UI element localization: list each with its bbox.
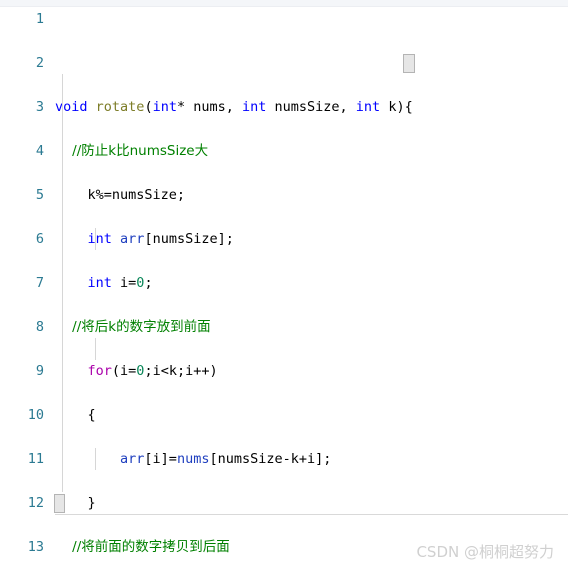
code-token: //防止k比numsSize大 [55,143,209,159]
code-token: (i= [111,363,137,379]
line-number: 9 [35,363,44,379]
line-number: 2 [35,55,44,71]
code-token: nums [176,451,210,467]
line-number: 5 [35,187,44,203]
code-token: int [87,275,112,291]
code-line[interactable]: 9 for(i=0;i<k;i++) [0,360,568,382]
code-token: i= [111,275,137,291]
code-token: numsSize, [266,99,356,115]
code-line[interactable]: 12 } [0,492,568,514]
code-line-text: for(i=0;i<k;i++) [55,360,218,382]
code-token: rotate [95,99,145,115]
code-editor-screenshot: 1 2 3 void rotate(int* nums, int numsSize, … [0,0,568,574]
line-number: 13 [27,539,44,555]
code-token: int [355,99,381,115]
csdn-watermark: CSDN @桐桐超努力 [416,543,554,561]
code-line-text: void rotate(int* nums, int numsSize, int… [55,96,413,118]
code-line[interactable]: 11 arr[i]=nums[numsSize-k+i]; [0,448,568,470]
code-line[interactable]: 3 void rotate(int* nums, int numsSize, in… [0,96,568,118]
code-line[interactable]: 7 int i=0; [0,272,568,294]
code-token: ;i<k;i++) [144,363,218,379]
line-number: 10 [27,407,44,423]
indent-guide [94,228,96,250]
code-area-bottom-rule [55,514,568,515]
line-number: 11 [27,451,44,467]
code-line-text: //将前面的数字拷贝到后面 [55,536,230,558]
line-number: 8 [35,319,44,335]
code-token: [numsSize]; [144,231,234,247]
code-token: int [152,99,177,115]
code-line-text: arr[i]=nums[numsSize-k+i]; [55,448,331,470]
code-line-text: //防止k比numsSize大 [55,140,208,162]
code-token: //将前面的数字拷贝到后面 [55,539,230,555]
line-number: 4 [35,143,44,159]
indent-guide [62,74,64,492]
code-token: //将后k的数字放到前面 [55,319,211,335]
line-number: 12 [27,495,44,511]
editor-top-band [0,0,568,7]
code-token: ( [144,99,153,115]
code-line-text: k%=numsSize; [55,184,186,206]
code-token: int [87,231,112,247]
code-line[interactable]: 10 { [0,404,568,426]
code-line[interactable]: 2 [0,52,568,74]
code-token: for [87,363,112,379]
code-token: [i]= [144,451,177,467]
code-lines-container[interactable]: 1 2 3 void rotate(int* nums, int numsSize, … [0,8,568,555]
code-token: [numsSize-k+i]; [209,451,332,467]
line-number: 1 [35,11,44,27]
indent-guide [94,448,96,470]
code-token: k%=numsSize; [55,187,186,203]
code-token: k){ [380,99,413,115]
code-line[interactable]: 1 [0,8,568,30]
line-number: 7 [35,275,44,291]
code-token: * nums, [176,99,242,115]
indent-guide [94,338,96,360]
code-line-text: //将后k的数字放到前面 [55,316,211,338]
code-line-text: } [55,492,96,514]
code-token: ; [144,275,153,291]
code-line[interactable]: 6 int arr[numsSize]; [0,228,568,250]
code-token: int [242,99,267,115]
code-line-text: int i=0; [55,272,153,294]
code-line[interactable]: 8 //将后k的数字放到前面 [0,316,568,338]
editor-viewport[interactable]: 1 2 3 void rotate(int* nums, int numsSize, … [0,8,568,555]
code-token: arr [120,231,145,247]
code-token: void [55,99,88,115]
code-token: { [55,407,96,423]
code-line[interactable]: 4 //防止k比numsSize大 [0,140,568,162]
line-number: 6 [35,231,44,247]
line-number: 3 [35,99,44,115]
code-token: arr [120,451,145,467]
code-line[interactable]: 5 k%=numsSize; [0,184,568,206]
code-line-text: int arr[numsSize]; [55,228,234,250]
code-line-text: { [55,404,96,426]
code-token: } [55,495,96,511]
